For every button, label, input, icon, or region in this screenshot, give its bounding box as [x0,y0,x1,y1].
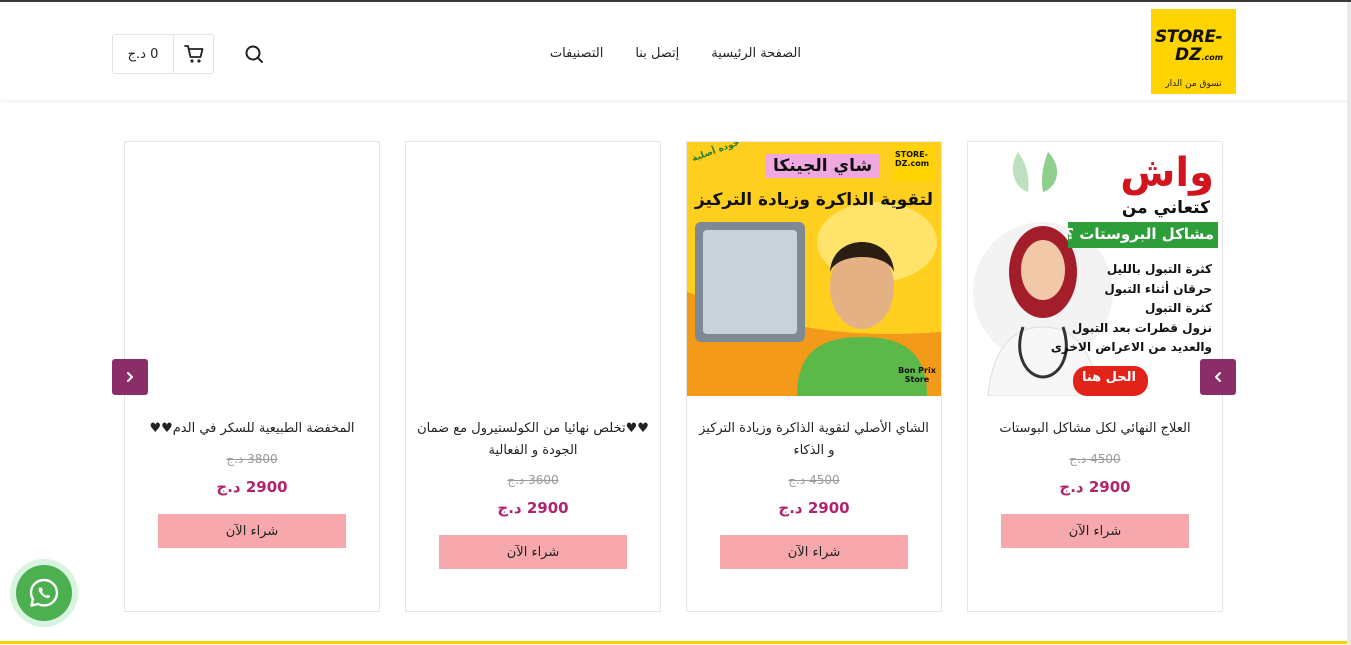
nav-contact[interactable]: إتصل بنا [635,46,679,61]
footer-divider [0,641,1351,644]
product-card[interactable]: واش كتعاني من مشاكل البروستات ؟ كثرة الت… [967,141,1223,612]
product-image[interactable] [125,142,379,396]
cart-icon[interactable] [174,35,213,73]
nav-home[interactable]: الصفحة الرئيسية [711,46,801,61]
buy-now-button[interactable]: شراء الآن [720,535,908,569]
product-image[interactable]: واش كتعاني من مشاكل البروستات ؟ كثرة الت… [968,142,1222,396]
chevron-left-icon [1215,372,1221,382]
product-card[interactable]: ♥♥تخلص نهائيا من الكولستيرول مع ضمان الج… [405,141,661,612]
whatsapp-icon [16,565,72,621]
logo-line2: DZ.com [1175,45,1224,65]
image-logo: STORE-DZ.com [895,150,930,168]
price: 2900 د.ج [778,499,850,517]
scrollbar[interactable] [1347,2,1351,645]
product-title[interactable]: المخفضة الطبيعية للسكر في الدم♥♥ [135,418,369,440]
logo-tagline: تسوق من الدار [1165,79,1222,89]
logo-line1: STORE- [1155,27,1223,47]
cart-total[interactable]: 0 د.ج [113,35,174,73]
old-price: 3600 د.ج [507,473,559,487]
site-header: STORE- DZ.com تسوق من الدار الصفحة الرئي… [0,2,1351,100]
main-nav: الصفحة الرئيسية إتصل بنا التصنيفات [550,46,801,61]
nav-categories[interactable]: التصنيفات [550,46,603,61]
image-bullets: كثرة التبول بالليل حرقان أثناء التبول كث… [1050,262,1212,354]
store-logo[interactable]: STORE- DZ.com تسوق من الدار [1151,9,1236,94]
price: 2900 د.ج [216,478,288,496]
whatsapp-button[interactable] [10,559,78,627]
product-image[interactable] [406,142,660,396]
old-price: 3800 د.ج [226,452,278,466]
carousel-prev-button[interactable] [112,359,148,395]
carousel-next-button[interactable] [1200,359,1236,395]
buy-now-button[interactable]: شراء الآن [439,535,627,569]
image-banner: مشاكل البروستات ؟ [1065,225,1214,243]
price: 2900 د.ج [497,499,569,517]
buy-now-button[interactable]: شراء الآن [1001,514,1189,548]
image-headline: واش [1120,150,1214,196]
image-corner: Bon Prix Store [898,366,936,384]
product-title[interactable]: العلاج النهائي لكل مشاكل البوستات [978,418,1212,440]
old-price: 4500 د.ج [1069,452,1121,466]
image-label: شاي الجينكا [765,154,881,178]
old-price: 4500 د.ج [788,473,840,487]
buy-now-button[interactable]: شراء الآن [158,514,346,548]
product-card[interactable]: شاي الجينكا لتقوية الذاكرة وزيادة التركي… [686,141,942,612]
image-headline: لتقوية الذاكرة وزيادة التركيز [694,190,933,210]
search-icon[interactable] [243,43,265,65]
chevron-right-icon [127,372,133,382]
product-title[interactable]: ♥♥تخلص نهائيا من الكولستيرول مع ضمان الج… [416,418,650,462]
product-title[interactable]: الشاي الأصلي لتقوية الذاكرة وزيادة الترك… [697,418,931,462]
image-sub: كتعاني من [1121,198,1210,218]
product-image[interactable]: شاي الجينكا لتقوية الذاكرة وزيادة التركي… [687,142,941,396]
product-card[interactable]: المخفضة الطبيعية للسكر في الدم♥♥ 3800 د.… [124,141,380,612]
image-cta: الحل هنا [1081,370,1136,385]
cart-widget[interactable]: 0 د.ج [112,34,214,74]
price: 2900 د.ج [1059,478,1131,496]
